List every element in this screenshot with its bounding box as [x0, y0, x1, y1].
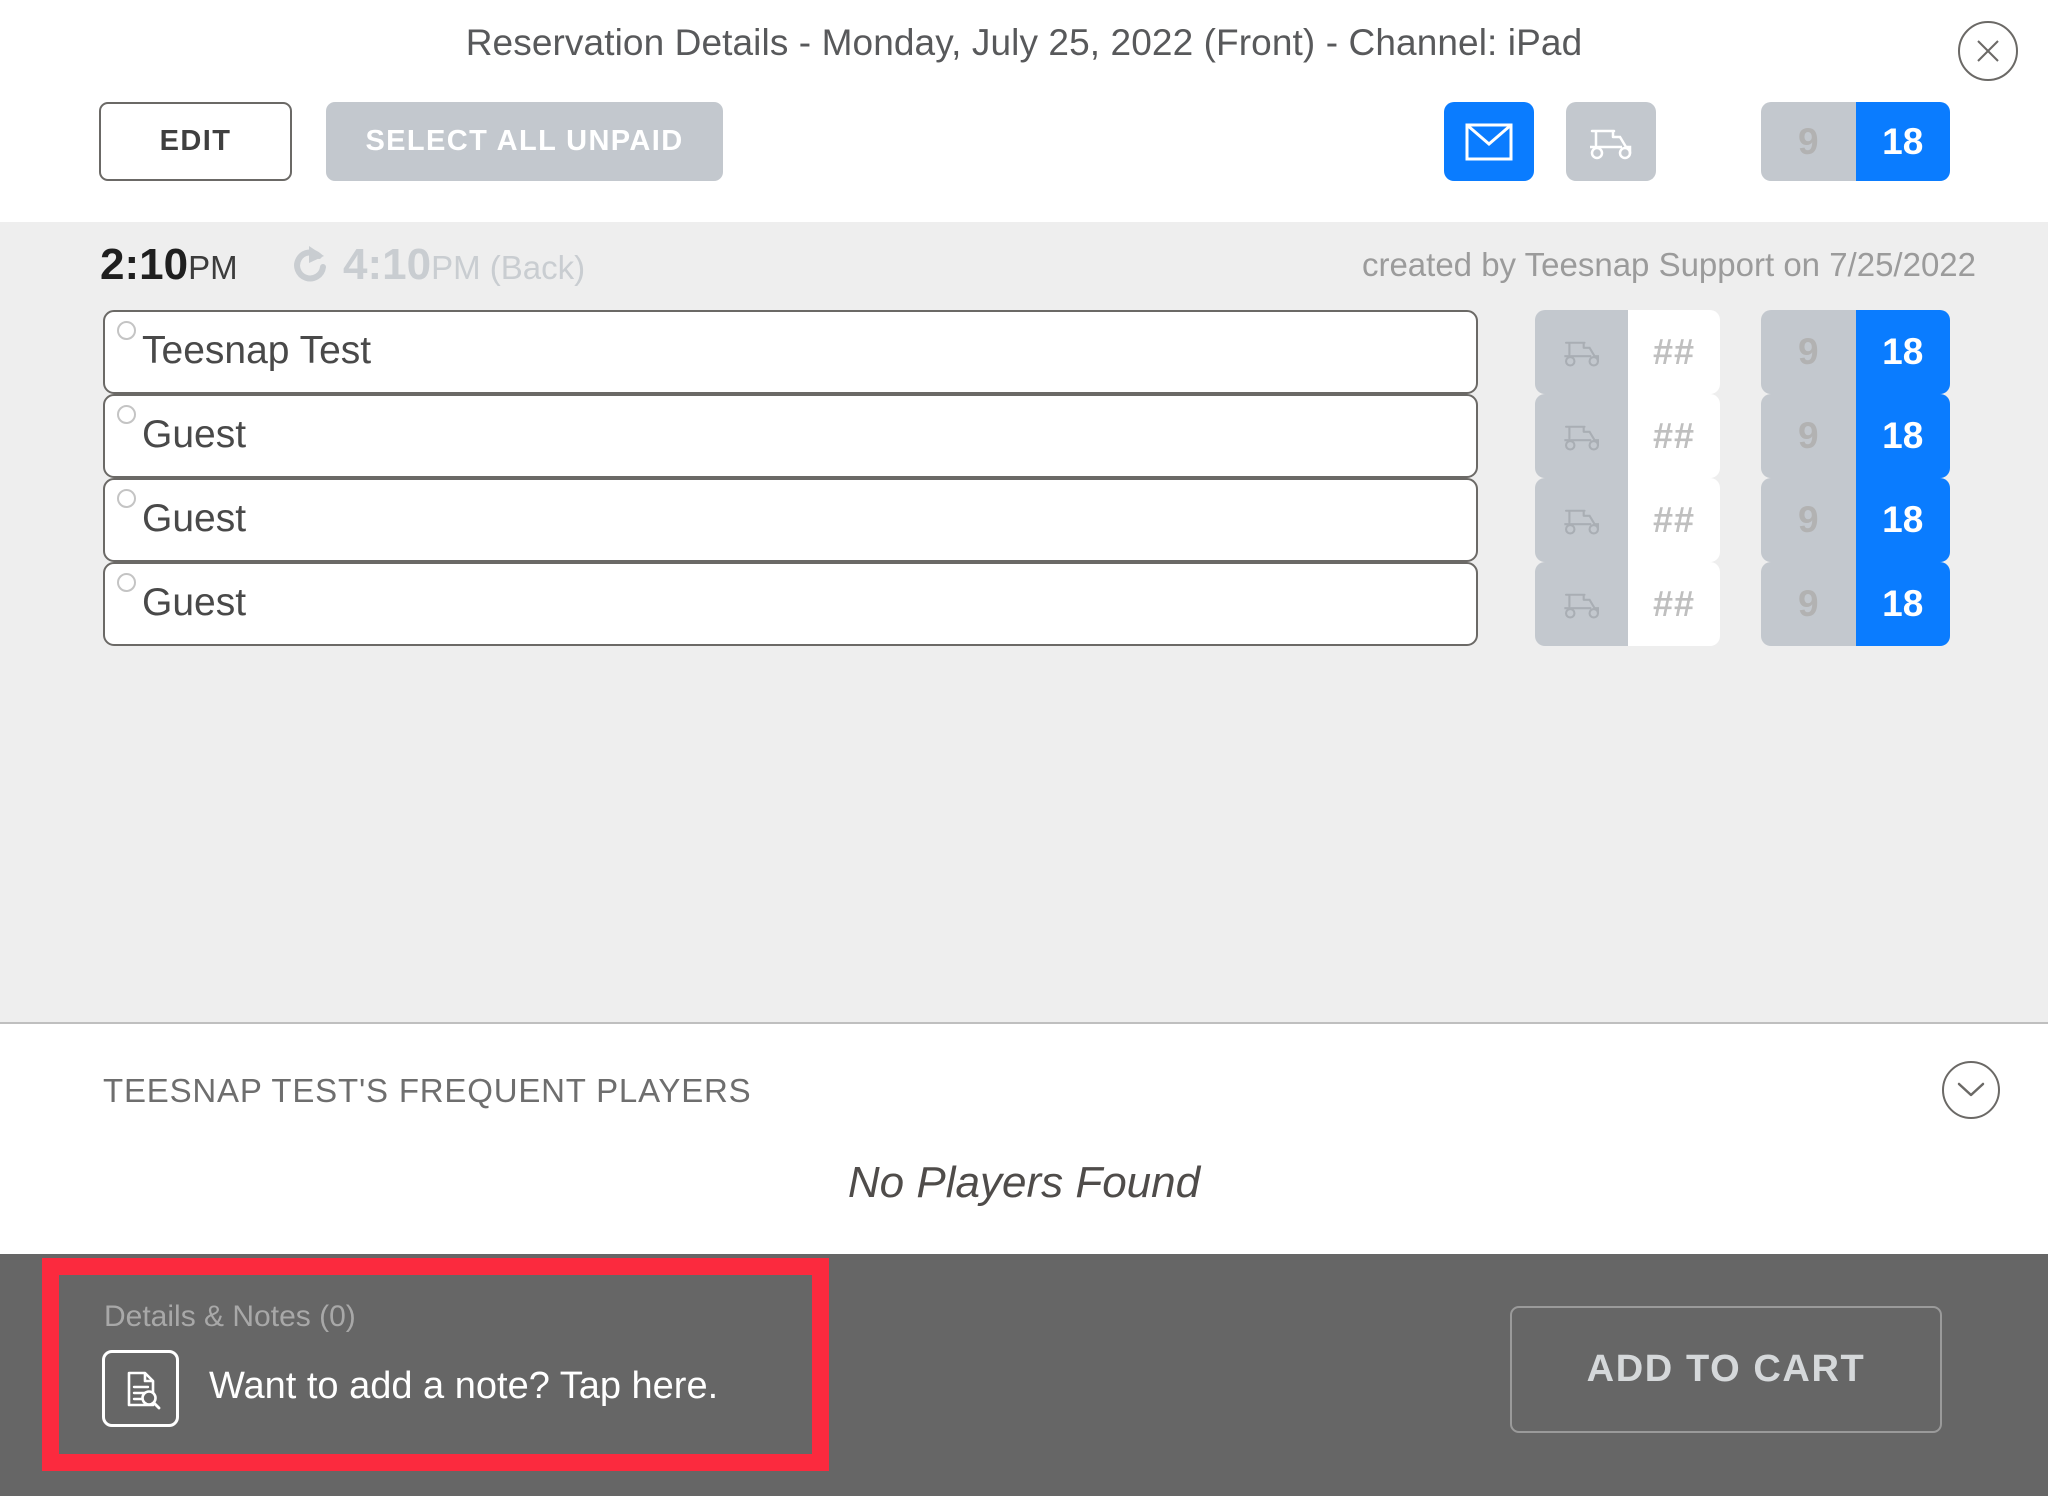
chevron-down-glyph: [1957, 1082, 1985, 1097]
golf-cart-glyph: [1563, 593, 1599, 619]
player-cart-widget[interactable]: ##: [1535, 394, 1720, 478]
reservation-details-modal: Reservation Details - Monday, July 25, 2…: [0, 0, 2048, 1496]
holes-option-18[interactable]: 18: [1855, 310, 1950, 394]
golf-cart-glyph: [1563, 509, 1599, 535]
footer-bar: Details & Notes (0) Want to add a note? …: [0, 1254, 2048, 1496]
tee-time-back: 4:10PM (Back): [343, 240, 585, 290]
redo-arrow-icon: [294, 246, 326, 282]
close-glyph: [1977, 40, 1999, 62]
cart-number-input[interactable]: ##: [1628, 562, 1720, 646]
golf-cart-icon[interactable]: [1566, 102, 1656, 181]
player-name-label: Guest: [142, 581, 247, 624]
player-cart-widget[interactable]: ##: [1535, 562, 1720, 646]
holes-option-9[interactable]: 9: [1761, 562, 1856, 646]
golf-cart-glyph: [1563, 425, 1599, 451]
holes-toggle-row[interactable]: 9 18: [1761, 310, 1950, 394]
table-row: Guest ## 9 18: [0, 562, 2048, 646]
cart-number-input[interactable]: ##: [1628, 478, 1720, 562]
players-list-area: 2:10PM 4:10PM (Back) created by Teesnap …: [0, 222, 2048, 1024]
player-cart-widget[interactable]: ##: [1535, 478, 1720, 562]
add-note-button[interactable]: Details & Notes (0) Want to add a note? …: [99, 1300, 799, 1430]
tee-time-start-value: 2:10: [100, 240, 189, 289]
holes-option-18[interactable]: 18: [1855, 394, 1950, 478]
add-to-cart-button[interactable]: ADD TO CART: [1510, 1306, 1942, 1433]
player-select-radio[interactable]: [117, 405, 136, 424]
chevron-down-icon[interactable]: [1942, 1061, 2000, 1119]
player-name-field[interactable]: Guest: [103, 562, 1478, 646]
player-cart-widget[interactable]: ##: [1535, 310, 1720, 394]
player-select-radio[interactable]: [117, 573, 136, 592]
holes-option-9[interactable]: 9: [1761, 102, 1856, 181]
player-select-radio[interactable]: [117, 489, 136, 508]
holes-option-18[interactable]: 18: [1855, 478, 1950, 562]
holes-option-18[interactable]: 18: [1855, 102, 1950, 181]
details-notes-label: Details & Notes (0): [104, 1300, 356, 1333]
player-name-label: Guest: [142, 413, 247, 456]
frequent-players-title: TEESNAP TEST'S FREQUENT PLAYERS: [103, 1072, 752, 1109]
holes-option-9[interactable]: 9: [1761, 394, 1856, 478]
page-title: Reservation Details - Monday, July 25, 2…: [465, 22, 1583, 63]
no-players-message: No Players Found: [847, 1158, 1201, 1207]
player-name-label: Teesnap Test: [142, 329, 372, 372]
tee-time-row: 2:10PM 4:10PM (Back) created by Teesnap …: [0, 222, 2048, 304]
player-name-field[interactable]: Guest: [103, 478, 1478, 562]
modal-header: Reservation Details - Monday, July 25, 2…: [0, 0, 2048, 222]
document-search-glyph: [127, 1371, 160, 1409]
created-by-text: created by Teesnap Support on 7/25/2022: [1361, 246, 1976, 283]
golf-cart-icon: [1535, 394, 1628, 478]
table-row: Teesnap Test ## 9 18: [0, 310, 2048, 394]
table-row: Guest ## 9 18: [0, 478, 2048, 562]
golf-cart-icon: [1535, 562, 1628, 646]
tee-time-back-ampm: PM (Back): [431, 249, 586, 286]
golf-cart-icon: [1535, 478, 1628, 562]
holes-toggle-header[interactable]: 9 18: [1761, 102, 1950, 181]
cart-number-input[interactable]: ##: [1628, 310, 1720, 394]
holes-option-9[interactable]: 9: [1761, 478, 1856, 562]
tee-time-start: 2:10PM: [100, 240, 238, 290]
golf-cart-glyph: [1590, 129, 1632, 159]
frequent-players-section: TEESNAP TEST'S FREQUENT PLAYERS No Playe…: [0, 1024, 2048, 1254]
cart-number-input[interactable]: ##: [1628, 394, 1720, 478]
holes-toggle-row[interactable]: 9 18: [1761, 562, 1950, 646]
player-name-field[interactable]: Guest: [103, 394, 1478, 478]
add-note-prompt: Want to add a note? Tap here.: [209, 1365, 719, 1407]
holes-option-9[interactable]: 9: [1761, 310, 1856, 394]
document-search-icon: [102, 1350, 179, 1427]
holes-option-18[interactable]: 18: [1855, 562, 1950, 646]
tee-time-start-ampm: PM: [188, 249, 238, 286]
header-toolbar: EDIT SELECT ALL UNPAID 9 18: [0, 90, 2048, 190]
envelope-glyph: [1465, 123, 1513, 160]
player-name-field[interactable]: Teesnap Test: [103, 310, 1478, 394]
player-name-label: Guest: [142, 497, 247, 540]
table-row: Guest ## 9 18: [0, 394, 2048, 478]
holes-toggle-row[interactable]: 9 18: [1761, 478, 1950, 562]
close-icon[interactable]: [1958, 21, 2018, 81]
player-select-radio[interactable]: [117, 321, 136, 340]
select-all-unpaid-button[interactable]: SELECT ALL UNPAID: [326, 102, 723, 181]
holes-toggle-row[interactable]: 9 18: [1761, 394, 1950, 478]
envelope-icon[interactable]: [1444, 102, 1534, 181]
golf-cart-icon: [1535, 310, 1628, 394]
golf-cart-glyph: [1563, 341, 1599, 367]
edit-button[interactable]: EDIT: [99, 102, 292, 181]
tee-time-back-value: 4:10: [343, 240, 432, 289]
